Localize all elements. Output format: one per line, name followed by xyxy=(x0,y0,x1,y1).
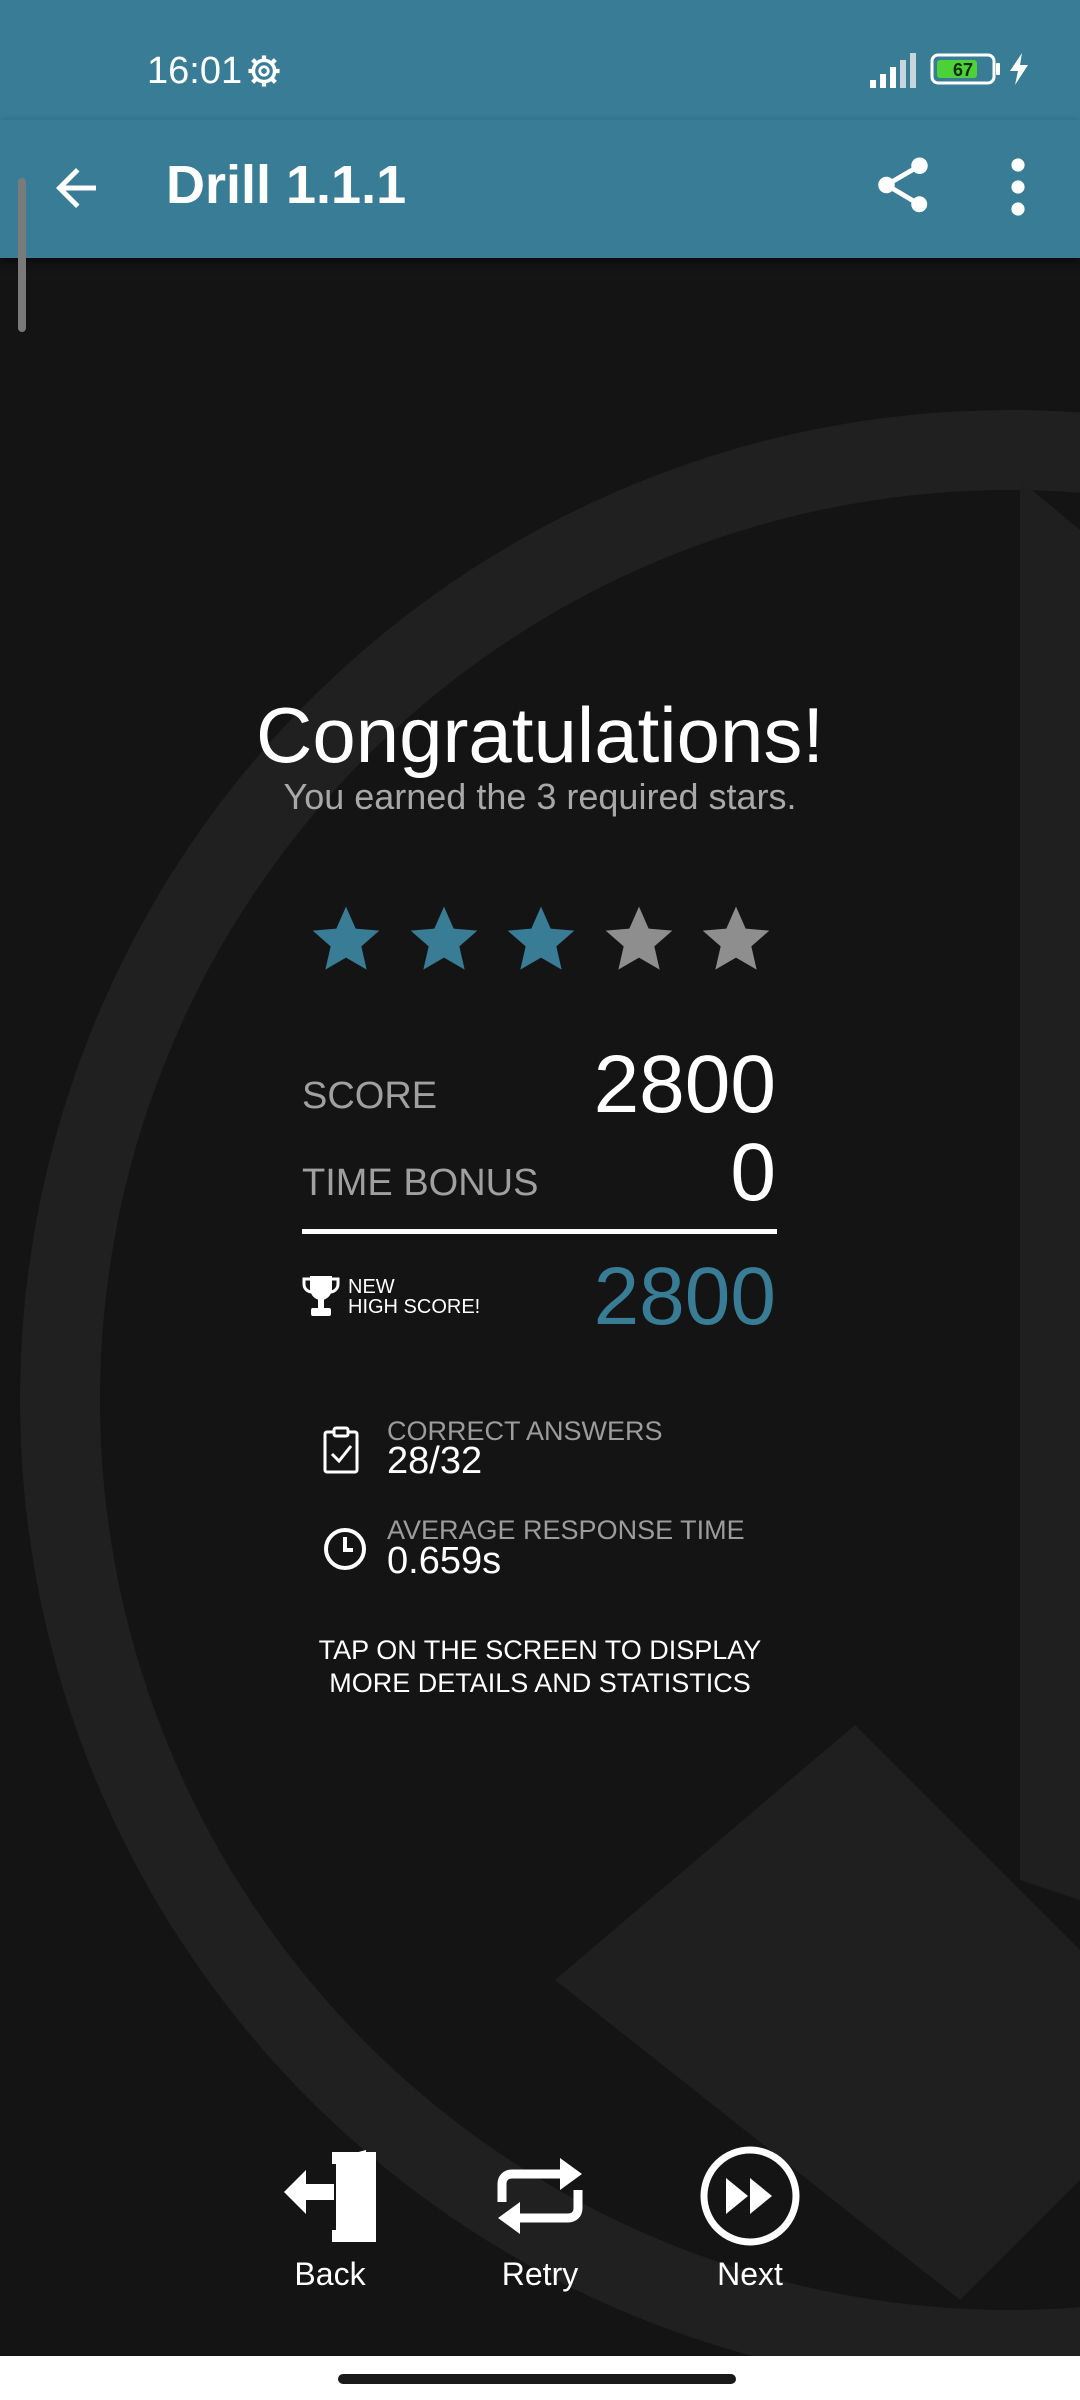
back-arrow-icon[interactable] xyxy=(46,158,106,218)
battery-icon: 67 xyxy=(930,52,1002,86)
status-time: 16:01 xyxy=(147,50,243,92)
back-label: Back xyxy=(294,2256,366,2292)
congratulations-title: Congratulations! xyxy=(255,691,824,779)
repeat-icon xyxy=(497,2158,583,2234)
clipboard-check-icon xyxy=(323,1426,359,1474)
time-bonus-label: TIME BONUS xyxy=(302,1162,539,1204)
trophy-icon xyxy=(302,1276,340,1316)
app-bar: Drill 1.1.1 xyxy=(0,120,1080,258)
total-divider xyxy=(302,1229,777,1234)
average-response-time-value: 0.659s xyxy=(387,1540,502,1582)
new-label: NEW xyxy=(348,1276,395,1298)
status-bar: 16:01 67 xyxy=(0,0,1080,120)
share-icon[interactable] xyxy=(870,150,936,220)
gear-icon xyxy=(248,55,280,87)
tap-hint-line-2: MORE DETAILS AND STATISTICS xyxy=(329,1668,751,1698)
background-logo xyxy=(20,410,1080,2358)
tap-hint[interactable]: TAP ON THE SCREEN TO DISPLAY MORE DETAIL… xyxy=(0,1634,1080,1700)
tap-hint-line-1: TAP ON THE SCREEN TO DISPLAY xyxy=(318,1635,762,1665)
more-vert-icon[interactable] xyxy=(996,154,1040,220)
result-subtitle: You earned the 3 required stars. xyxy=(283,776,797,817)
charging-icon xyxy=(1010,53,1028,85)
signal-icon xyxy=(870,53,916,88)
fast-forward-icon xyxy=(700,2146,800,2246)
correct-answers-value: 28/32 xyxy=(387,1440,483,1482)
star-icon-filled xyxy=(507,906,575,970)
page-title: Drill 1.1.1 xyxy=(166,155,407,215)
next-button[interactable]: Next xyxy=(665,2140,835,2300)
star-icon-empty xyxy=(605,906,672,970)
star-icon-filled xyxy=(410,906,477,970)
retry-button[interactable]: Retry xyxy=(455,2140,625,2300)
star-icon-filled xyxy=(312,906,380,970)
score-value: 2800 xyxy=(593,1039,776,1130)
star-icon-empty xyxy=(702,906,770,970)
battery-level: 67 xyxy=(953,60,973,80)
exit-door-icon xyxy=(284,2150,376,2242)
home-indicator[interactable] xyxy=(338,2374,736,2384)
score-label: SCORE xyxy=(302,1075,438,1117)
high-score-label: HIGH SCORE! xyxy=(348,1296,481,1318)
time-bonus-value: 0 xyxy=(730,1127,776,1218)
next-label: Next xyxy=(717,2256,783,2292)
high-score-value: 2800 xyxy=(593,1251,776,1342)
clock-icon xyxy=(324,1528,366,1570)
back-button[interactable]: Back xyxy=(245,2140,415,2300)
star-rating xyxy=(306,900,776,990)
retry-label: Retry xyxy=(501,2256,579,2292)
